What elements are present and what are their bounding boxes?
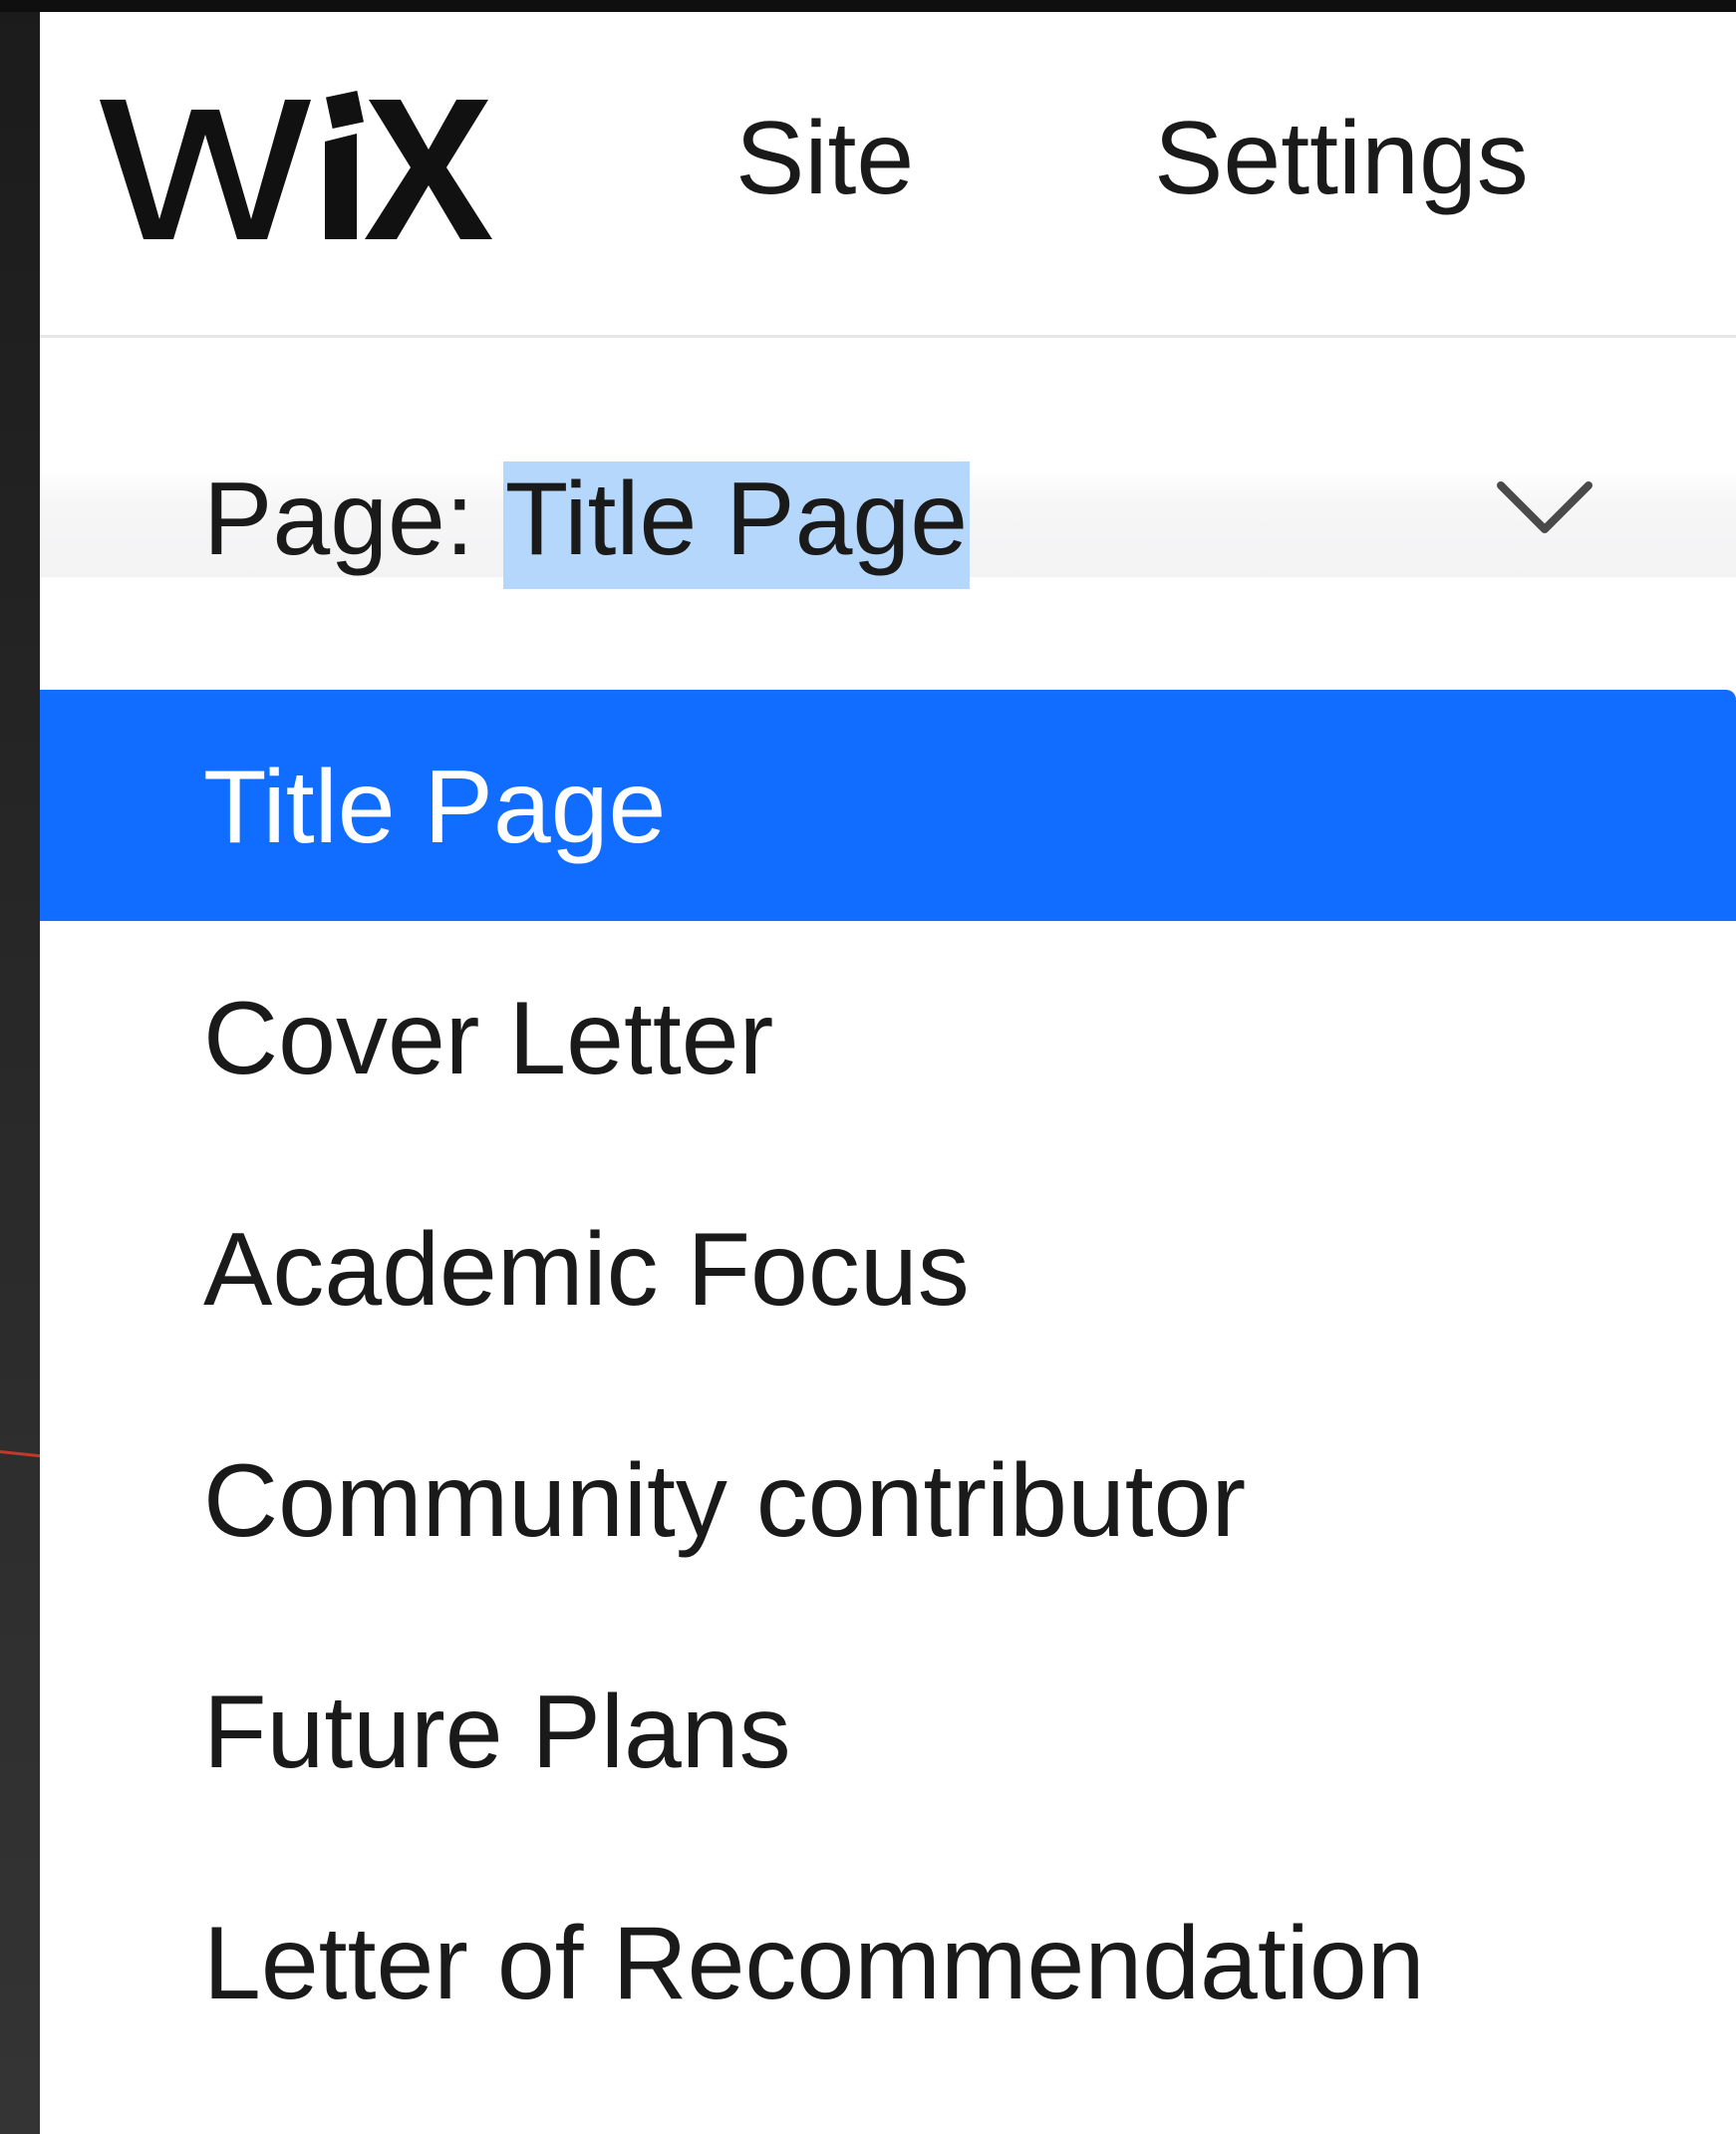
editor-panel: Site Settings Page: Title Page Title Pag… bbox=[40, 12, 1736, 2134]
top-bar: Site Settings bbox=[40, 12, 1736, 338]
dropdown-item-cover-letter[interactable]: Cover Letter bbox=[40, 921, 1736, 1152]
dropdown-item-label: Future Plans bbox=[203, 1675, 791, 1790]
page-select[interactable]: Page: Title Page bbox=[40, 338, 1736, 589]
nav-settings[interactable]: Settings bbox=[1154, 107, 1529, 210]
dropdown-item-community-contributor[interactable]: Community contributor bbox=[40, 1383, 1736, 1615]
page-dropdown: Title Page Cover Letter Academic Focus C… bbox=[40, 690, 1736, 2134]
dropdown-item-label: Letter of Recommendation bbox=[203, 1906, 1425, 2021]
dropdown-item-title-page[interactable]: Title Page bbox=[40, 690, 1736, 921]
dropdown-item-label: Academic Focus bbox=[203, 1212, 970, 1328]
background-top bbox=[0, 0, 1736, 12]
page-select-label: Page: Title Page bbox=[203, 461, 971, 589]
wix-logo[interactable] bbox=[100, 80, 498, 249]
nav-site[interactable]: Site bbox=[735, 107, 914, 210]
page-select-prefix: Page: bbox=[203, 461, 474, 577]
dropdown-item-label: Community contributor bbox=[203, 1443, 1247, 1559]
background-left bbox=[0, 0, 40, 2134]
chevron-down-icon[interactable] bbox=[1495, 477, 1594, 537]
dropdown-item-label: Title Page bbox=[203, 750, 667, 865]
dropdown-item-label: Cover Letter bbox=[203, 981, 774, 1096]
dropdown-item-future-plans[interactable]: Future Plans bbox=[40, 1615, 1736, 1846]
dropdown-item-letter-of-recommendation[interactable]: Letter of Recommendation bbox=[40, 1846, 1736, 2077]
dropdown-item-academic-focus[interactable]: Academic Focus bbox=[40, 1152, 1736, 1383]
page-select-value: Title Page bbox=[502, 461, 971, 589]
